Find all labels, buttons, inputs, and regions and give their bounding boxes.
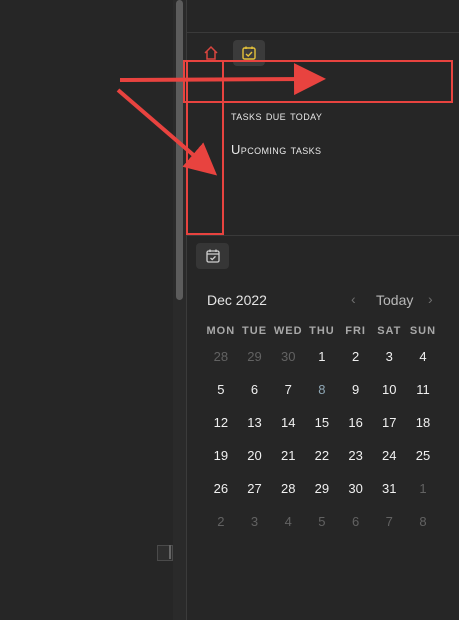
calendar-day[interactable]: 28 <box>271 481 305 496</box>
calendar-week: 19 20 21 22 23 24 25 <box>204 439 440 472</box>
calendar-day[interactable]: 5 <box>204 382 238 397</box>
weekday-header: MON TUE WED THU FRI SAT SUN <box>204 322 440 340</box>
calendar-tab[interactable] <box>196 243 229 269</box>
calendar-day[interactable]: 12 <box>204 415 238 430</box>
home-icon <box>204 45 218 60</box>
tasks-due-today-link[interactable]: tasks due today <box>231 108 322 123</box>
tasks-tab[interactable] <box>233 40 265 66</box>
calendar-week: 2345678 <box>204 505 440 538</box>
scrollbar-thumb[interactable] <box>176 0 183 300</box>
calendar-day[interactable]: 29 <box>305 481 339 496</box>
calendar-day[interactable]: 2 <box>204 514 238 529</box>
calendar-day[interactable]: 14 <box>271 415 305 430</box>
weekday-label: TUE <box>242 325 268 337</box>
resize-grip-line <box>169 545 171 559</box>
calendar-day[interactable]: 1 <box>305 349 339 364</box>
calendar-day[interactable]: 25 <box>406 448 440 463</box>
calendar-day[interactable]: 6 <box>339 514 373 529</box>
checkbox-calendar-icon <box>242 46 256 60</box>
calendar-day[interactable]: 31 <box>372 481 406 496</box>
calendar-week: 26 27 28 29 30 31 1 <box>204 472 440 505</box>
calendar-day[interactable]: 1 <box>406 481 440 496</box>
calendar-day[interactable]: 11 <box>406 382 440 397</box>
home-tab[interactable] <box>202 44 220 62</box>
left-pane <box>0 0 173 620</box>
calendar-day[interactable]: 5 <box>305 514 339 529</box>
calendar-prev-button[interactable]: ‹ <box>351 291 356 307</box>
calendar-day[interactable]: 29 <box>238 349 272 364</box>
calendar-day[interactable]: 17 <box>372 415 406 430</box>
calendar-day[interactable]: 9 <box>339 382 373 397</box>
calendar-day[interactable]: 3 <box>238 514 272 529</box>
calendar-day[interactable]: 21 <box>271 448 305 463</box>
calendar-day[interactable]: 2 <box>339 349 373 364</box>
upcoming-tasks-link[interactable]: Upcoming tasks <box>231 142 321 157</box>
calendar-day[interactable]: 13 <box>238 415 272 430</box>
calendar-grid: MON TUE WED THU FRI SAT SUN 28 29 30 1 2 3 4 5 6… <box>204 322 440 538</box>
calendar-day[interactable]: 23 <box>339 448 373 463</box>
calendar-day[interactable]: 3 <box>372 349 406 364</box>
weekday-label: WED <box>273 325 303 337</box>
weekday-label: SUN <box>409 325 437 337</box>
calendar-day[interactable]: 19 <box>204 448 238 463</box>
calendar-day[interactable]: 30 <box>339 481 373 496</box>
calendar-day[interactable]: 8 <box>406 514 440 529</box>
calendar-week: 12 13 14 15 16 17 18 <box>204 406 440 439</box>
calendar-day[interactable]: 16 <box>339 415 373 430</box>
calendar-day[interactable]: 15 <box>305 415 339 430</box>
calendar-day[interactable]: 4 <box>271 514 305 529</box>
calendar-day[interactable]: 22 <box>305 448 339 463</box>
calendar-next-button[interactable]: › <box>428 291 433 307</box>
calendar-day[interactable]: 27 <box>238 481 272 496</box>
calendar-day[interactable]: 7 <box>271 382 305 397</box>
weekday-label: THU <box>309 325 335 337</box>
calendar-month-label: Dec 2022 <box>207 292 267 308</box>
weekday-label: FRI <box>345 325 366 337</box>
calendar-day[interactable]: 26 <box>204 481 238 496</box>
calendar-day-today[interactable]: 8 <box>305 382 339 397</box>
calendar-day[interactable]: 24 <box>372 448 406 463</box>
calendar-today-button[interactable]: Today <box>376 292 413 308</box>
calendar-day[interactable]: 7 <box>372 514 406 529</box>
divider-top <box>187 32 459 33</box>
calendar-check-icon <box>205 249 220 263</box>
calendar-day[interactable]: 10 <box>372 382 406 397</box>
calendar-week: 28 29 30 1 2 3 4 <box>204 340 440 373</box>
calendar-weeks: 28 29 30 1 2 3 4 5 6 7 8 9 10 11 12 13 14 15 16 17 18 19 20 21 2… <box>204 340 440 538</box>
calendar-day[interactable]: 20 <box>238 448 272 463</box>
calendar-day[interactable]: 30 <box>271 349 305 364</box>
calendar-week: 5 6 7 8 9 10 11 <box>204 373 440 406</box>
calendar-day[interactable]: 4 <box>406 349 440 364</box>
calendar-day[interactable]: 18 <box>406 415 440 430</box>
calendar-day[interactable]: 6 <box>238 382 272 397</box>
weekday-label: MON <box>206 325 236 337</box>
weekday-label: SAT <box>377 325 402 337</box>
calendar-day[interactable]: 28 <box>204 349 238 364</box>
divider-middle <box>187 235 459 236</box>
